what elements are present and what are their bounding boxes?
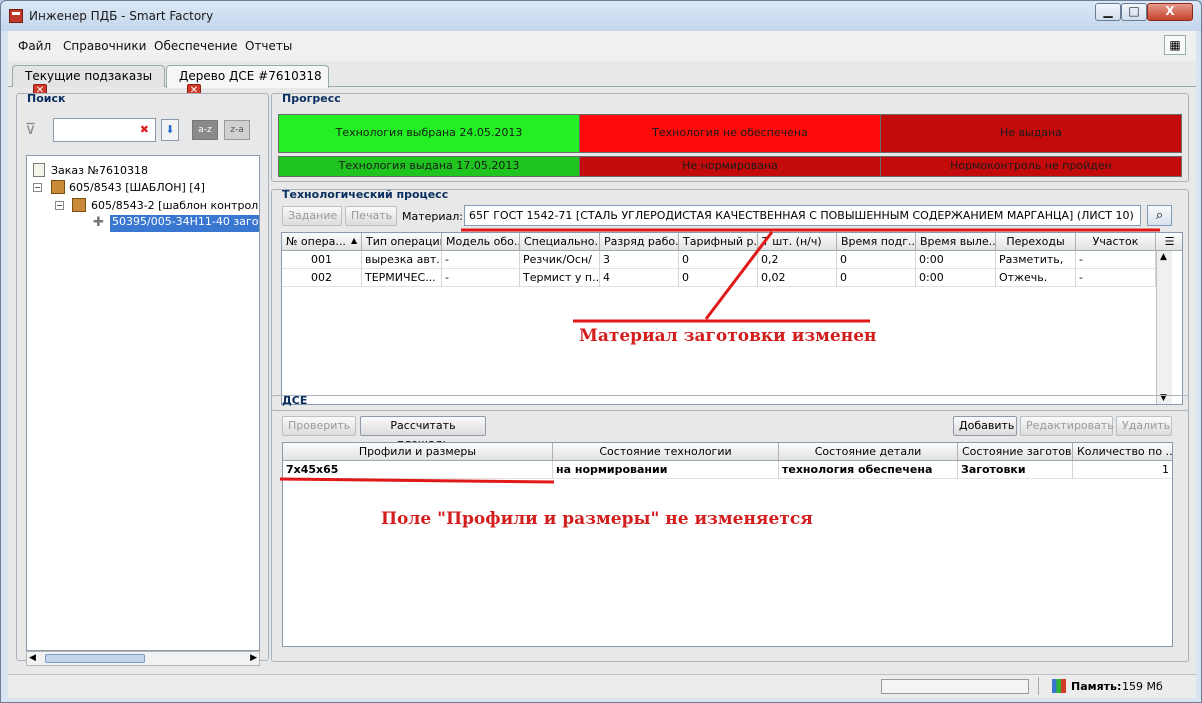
memory-label: Память: [1071,680,1122,693]
profiles-underline [279,477,555,484]
status-bar: Память: 159 Мб [8,674,1196,698]
client-area: Файл Справочники Обеспечение Отчеты ▦ Те… [8,31,1196,698]
app-icon [9,9,23,23]
annotation-pointer [704,231,774,320]
maximize-button[interactable]: □ [1121,3,1147,21]
minimize-button[interactable]: ▁ [1095,3,1121,21]
app-window: Инженер ПДБ - Smart Factory ▁ □ X Файл С… [0,0,1202,703]
memory-chart-icon [1052,679,1066,693]
status-divider [1038,677,1039,695]
title-bar: Инженер ПДБ - Smart Factory ▁ □ X [1,1,1201,31]
annotation-profiles-unchanged: Поле "Профили и размеры" не изменяется [381,509,813,529]
memory-value: 159 Мб [1122,680,1163,693]
close-button[interactable]: X [1147,3,1193,21]
window-title: Инженер ПДБ - Smart Factory [29,9,214,23]
annotation-material-changed: Материал заготовки изменен [579,326,877,346]
status-progress-bar [881,679,1029,694]
annotation-lines [279,228,1160,484]
